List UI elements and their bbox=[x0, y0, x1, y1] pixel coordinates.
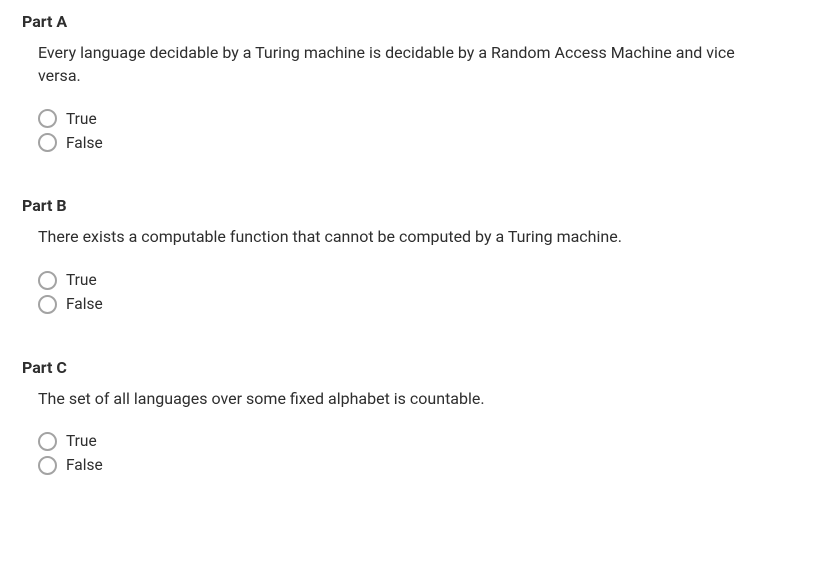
radio-icon bbox=[38, 432, 57, 451]
radio-icon bbox=[38, 271, 57, 290]
option-false[interactable]: False bbox=[38, 133, 815, 152]
option-false[interactable]: False bbox=[38, 295, 815, 314]
question-text: The set of all languages over some fixed… bbox=[38, 387, 775, 410]
options-group: True False bbox=[38, 109, 815, 152]
part-title: Part C bbox=[22, 358, 815, 377]
option-true[interactable]: True bbox=[38, 109, 815, 128]
option-label: True bbox=[66, 271, 97, 289]
option-label: True bbox=[66, 110, 97, 128]
option-label: False bbox=[66, 456, 103, 474]
option-true[interactable]: True bbox=[38, 271, 815, 290]
question-text: There exists a computable function that … bbox=[38, 225, 775, 248]
radio-icon bbox=[38, 133, 57, 152]
part-b: Part B There exists a computable functio… bbox=[0, 196, 815, 313]
radio-icon bbox=[38, 456, 57, 475]
option-false[interactable]: False bbox=[38, 456, 815, 475]
options-group: True False bbox=[38, 432, 815, 475]
option-label: True bbox=[66, 432, 97, 450]
part-a: Part A Every language decidable by a Tur… bbox=[0, 12, 815, 152]
part-title: Part A bbox=[22, 12, 815, 31]
option-true[interactable]: True bbox=[38, 432, 815, 451]
options-group: True False bbox=[38, 271, 815, 314]
part-c: Part C The set of all languages over som… bbox=[0, 358, 815, 475]
question-text: Every language decidable by a Turing mac… bbox=[38, 41, 775, 87]
part-title: Part B bbox=[22, 196, 815, 215]
radio-icon bbox=[38, 295, 57, 314]
radio-icon bbox=[38, 109, 57, 128]
option-label: False bbox=[66, 134, 103, 152]
option-label: False bbox=[66, 295, 103, 313]
